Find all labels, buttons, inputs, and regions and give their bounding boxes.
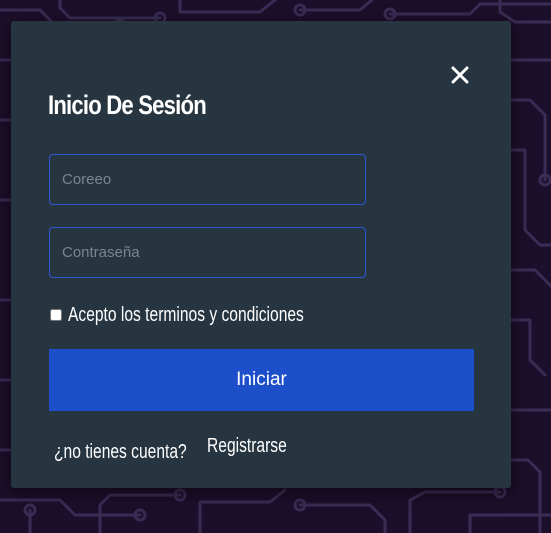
login-modal: Inicio De Sesión Acepto los terminos y c…: [11, 21, 511, 488]
email-input[interactable]: [49, 154, 366, 205]
no-account-text: ¿no tienes cuenta?: [54, 441, 187, 463]
terms-checkbox[interactable]: [50, 309, 62, 321]
login-button[interactable]: Iniciar: [49, 349, 474, 411]
password-input[interactable]: [49, 227, 366, 278]
register-link[interactable]: Registrarse: [207, 435, 287, 458]
close-icon[interactable]: [449, 64, 471, 86]
login-title: Inicio De Sesión: [48, 90, 207, 120]
terms-label[interactable]: Acepto los terminos y condiciones: [68, 304, 304, 327]
terms-row: Acepto los terminos y condiciones: [50, 304, 370, 326]
